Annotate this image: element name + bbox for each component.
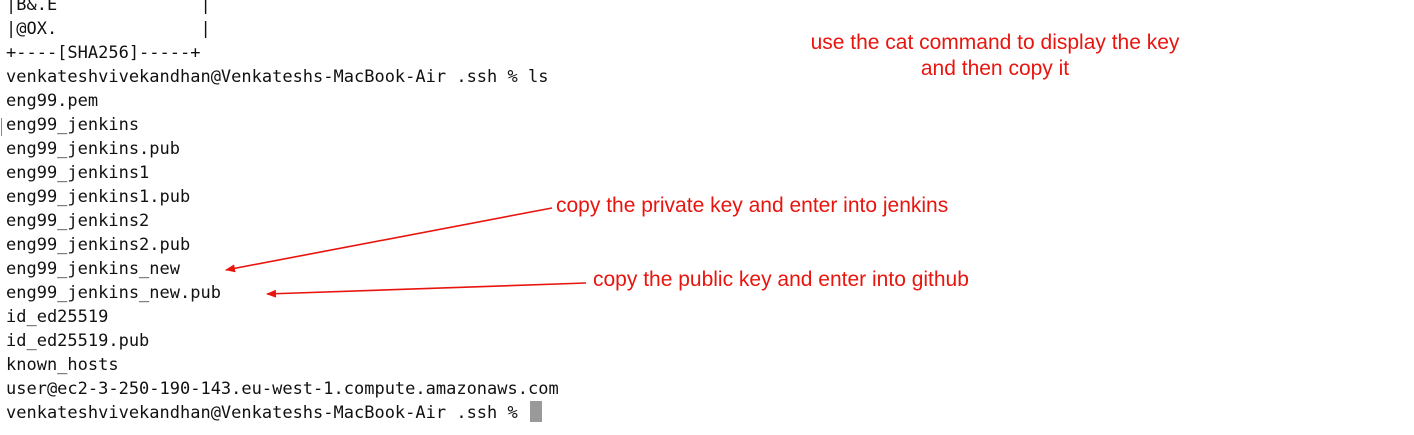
file-entry: user@ec2-3-250-190-143.eu-west-1.compute…	[6, 379, 559, 399]
file-entry: eng99_jenkins	[6, 115, 140, 135]
terminal-input-line[interactable]: venkateshvivekandhan@Venkateshs-MacBook-…	[6, 401, 559, 425]
terminal-command-line: venkateshvivekandhan@Venkateshs-MacBook-…	[6, 67, 549, 87]
file-entry: id_ed25519	[6, 307, 109, 327]
terminal-line: |@OX. |	[6, 19, 211, 39]
shell-prompt: venkateshvivekandhan@Venkateshs-MacBook-…	[6, 403, 528, 423]
annotation-private-key: copy the private key and enter into jenk…	[556, 194, 949, 217]
terminal-cursor[interactable]	[529, 401, 542, 422]
file-entry: id_ed25519.pub	[6, 331, 150, 351]
terminal-output: |B&.E | |@OX. | +----[SHA256]-----+ venk…	[6, 0, 559, 425]
file-entry: eng99_jenkins1	[6, 163, 150, 183]
file-entry: eng99_jenkins2.pub	[6, 235, 191, 255]
terminal-line: |B&.E |	[6, 0, 211, 15]
file-entry: eng99.pem	[6, 91, 99, 111]
terminal-line: +----[SHA256]-----+	[6, 43, 201, 63]
annotation-public-key: copy the public key and enter into githu…	[593, 268, 969, 291]
file-entry: eng99_jenkins1.pub	[6, 187, 191, 207]
annotation-cat-command: use the cat command to display the key a…	[760, 30, 1230, 82]
annotation-cat-line2: and then copy it	[920, 57, 1070, 80]
file-entry: eng99_jenkins2	[6, 211, 150, 231]
file-entry-private-key: eng99_jenkins_new	[6, 259, 180, 279]
file-entry: known_hosts	[6, 355, 119, 375]
file-entry-public-key: eng99_jenkins_new.pub	[6, 283, 221, 303]
file-entry: eng99_jenkins.pub	[6, 139, 180, 159]
text-caret	[1, 118, 2, 136]
annotation-cat-line1: use the cat command to display the key	[810, 31, 1180, 54]
